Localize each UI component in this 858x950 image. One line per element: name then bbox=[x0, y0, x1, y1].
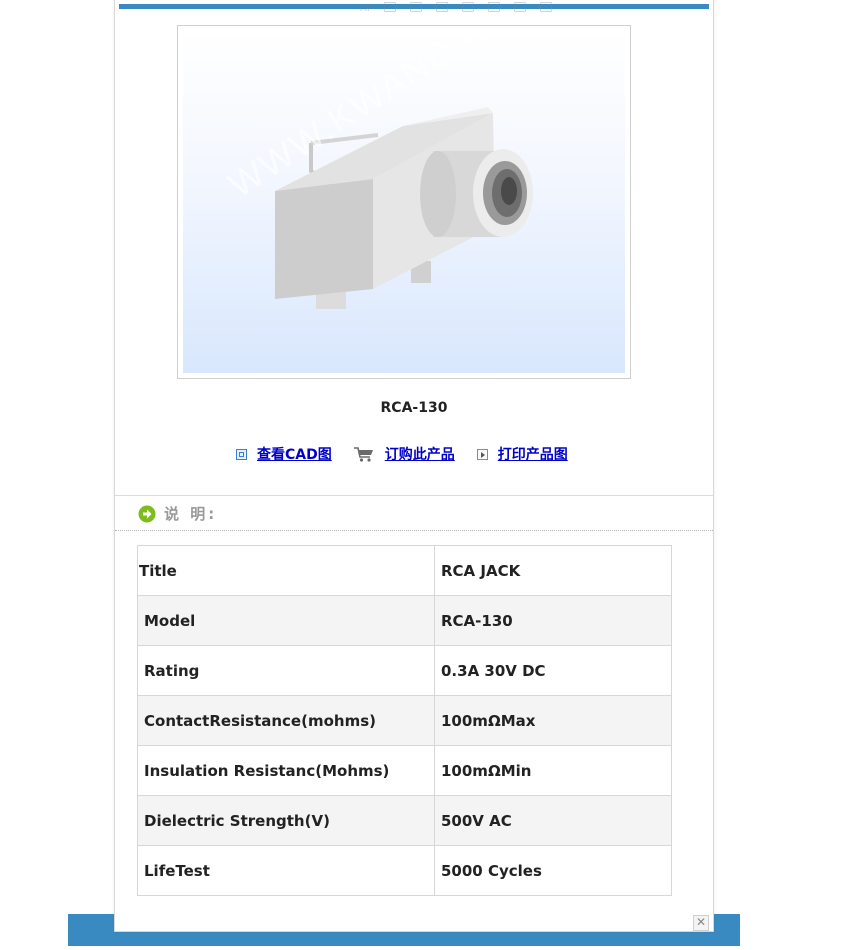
faded-toolbar-icon bbox=[513, 2, 526, 12]
table-row: Model RCA-130 bbox=[137, 595, 672, 646]
description-title: 说 明: bbox=[164, 505, 218, 523]
close-button[interactable]: ✕ bbox=[693, 915, 709, 931]
dotted-divider bbox=[115, 530, 713, 531]
spec-label: LifeTest bbox=[137, 845, 435, 896]
table-row: Insulation Resistanc(Mohms) 100mΩMin bbox=[137, 745, 672, 796]
table-row: Rating 0.3A 30V DC bbox=[137, 645, 672, 696]
product-image: WWW.KWANDA.NET bbox=[183, 31, 625, 373]
print-image-link[interactable]: 打印产品图 bbox=[498, 444, 568, 464]
spec-value: 100mΩMax bbox=[434, 695, 672, 746]
print-play-icon bbox=[476, 448, 488, 460]
spec-label: Dielectric Strength(V) bbox=[137, 795, 435, 846]
faded-toolbar-text: AI bbox=[360, 3, 370, 14]
spec-label: Insulation Resistanc(Mohms) bbox=[137, 745, 435, 796]
order-product-link[interactable]: 订购此产品 bbox=[385, 444, 455, 464]
product-popup: AI WWW.KWANDA.NET RCA-130 查看CAD图 订购此产品 打… bbox=[114, 0, 714, 932]
product-actions: 查看CAD图 订购此产品 打印产品图 bbox=[236, 444, 590, 464]
faded-toolbar: AI bbox=[360, 0, 630, 14]
spec-value: RCA-130 bbox=[434, 595, 672, 646]
table-row: LifeTest 5000 Cycles bbox=[137, 845, 672, 896]
spec-label: ContactResistance(mohms) bbox=[137, 695, 435, 746]
spec-value: 500V AC bbox=[434, 795, 672, 846]
spec-label: Rating bbox=[137, 645, 435, 696]
table-row: Dielectric Strength(V) 500V AC bbox=[137, 795, 672, 846]
spec-value: 0.3A 30V DC bbox=[434, 645, 672, 696]
specifications-table: Title RCA JACK Model RCA-130 Rating 0.3A… bbox=[137, 545, 672, 896]
table-row: Title RCA JACK bbox=[137, 545, 672, 596]
view-cad-link[interactable]: 查看CAD图 bbox=[257, 444, 332, 464]
cad-view-icon bbox=[236, 448, 247, 460]
spec-value: 100mΩMin bbox=[434, 745, 672, 796]
section-divider bbox=[115, 495, 713, 496]
order-product-action[interactable]: 订购此产品 bbox=[353, 444, 455, 464]
table-row: ContactResistance(mohms) 100mΩMax bbox=[137, 695, 672, 746]
spec-value: 5000 Cycles bbox=[434, 845, 672, 896]
faded-toolbar-icon bbox=[383, 2, 396, 12]
spec-label: Title bbox=[137, 545, 435, 596]
faded-toolbar-icon bbox=[409, 2, 422, 12]
spec-label: Model bbox=[137, 595, 435, 646]
faded-toolbar-icon bbox=[435, 2, 448, 12]
faded-toolbar-icon bbox=[487, 2, 500, 12]
spec-value: RCA JACK bbox=[434, 545, 672, 596]
shopping-cart-icon bbox=[353, 447, 373, 462]
product-model-caption: RCA-130 bbox=[380, 400, 448, 416]
faded-toolbar-icon bbox=[539, 2, 552, 12]
print-image-action[interactable]: 打印产品图 bbox=[476, 444, 568, 464]
view-cad-action[interactable]: 查看CAD图 bbox=[236, 444, 332, 464]
product-image-frame: WWW.KWANDA.NET bbox=[177, 25, 631, 379]
description-header: 说 明: bbox=[138, 503, 217, 524]
green-arrow-icon bbox=[138, 505, 156, 522]
faded-toolbar-icon bbox=[461, 2, 474, 12]
